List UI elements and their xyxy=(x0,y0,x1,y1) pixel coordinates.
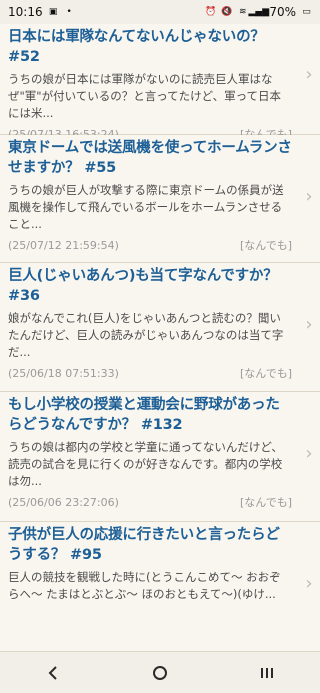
battery-text: 70% xyxy=(269,5,296,19)
recents-button[interactable] xyxy=(247,658,287,688)
signal-icon: ▂▄▆ xyxy=(248,6,270,17)
item-tag[interactable]: [なんでも] xyxy=(240,495,292,511)
item-body: うちの娘が巨人が攻撃する際に東京ドームの係員が送風機を操作して飛んでいるボールを… xyxy=(8,183,284,231)
status-right: ⏰ 🔇 ≋ ▂▄▆ 70% ▭ xyxy=(205,5,312,19)
system-navigation-bar xyxy=(0,652,320,693)
item-date: (25/06/06 23:27:06) xyxy=(8,496,119,509)
item-title[interactable]: 東京ドームでは送風機を使ってホームランさせますか？ #55 xyxy=(8,138,292,178)
item-tag[interactable]: [なんでも] xyxy=(240,366,292,382)
battery-icon: ▭ xyxy=(302,6,311,17)
notification-dot-icon: • xyxy=(66,6,72,17)
item-body: 巨人の競技を観戦した時に(とうこんこめて〜 おおぞらへ〜 たまはとぶとぶ〜 ほの… xyxy=(8,570,281,601)
wifi-icon: ≋ xyxy=(239,6,247,17)
chevron-right-icon: › xyxy=(305,443,313,464)
item-body: 娘がなんでこれ(巨人)をじゃいあんつと読むの？聞いたんだけど、巨人の読みがじゃい… xyxy=(8,311,284,359)
recents-icon xyxy=(260,667,273,678)
list-item[interactable]: 子供が巨人の応援に行きたいと言ったらどうする？ #95 巨人の競技を観戦した時に… xyxy=(0,522,320,652)
item-date: (25/07/12 21:59:54) xyxy=(8,239,119,252)
item-meta: (25/07/12 21:59:54) [なんでも] xyxy=(8,238,292,254)
list-item[interactable]: もし小学校の授業と運動会に野球があったらどうなんですか？ #132 うちの娘は都… xyxy=(0,392,320,522)
chevron-right-icon: › xyxy=(305,186,313,207)
status-bar: 10:16 ▣ • ⏰ 🔇 ≋ ▂▄▆ 70% ▭ xyxy=(0,0,320,24)
item-title[interactable]: もし小学校の授業と運動会に野球があったらどうなんですか？ #132 xyxy=(8,395,292,435)
alarm-icon: ⏰ xyxy=(205,6,217,17)
question-list: 日本には軍隊なんてないんじゃないの？ #52 うちの娘が日本には軍隊がないのに読… xyxy=(0,24,320,652)
item-title[interactable]: 子供が巨人の応援に行きたいと言ったらどうする？ #95 xyxy=(8,525,292,565)
chevron-right-icon: › xyxy=(305,573,313,594)
status-left: 10:16 ▣ • xyxy=(8,5,75,19)
item-title[interactable]: 日本には軍隊なんてないんじゃないの？ #52 xyxy=(8,27,292,67)
chevron-right-icon: › xyxy=(305,314,313,335)
item-meta: (25/06/18 07:51:33) [なんでも] xyxy=(8,366,292,382)
photo-icon: ▣ xyxy=(48,6,58,17)
item-date: (25/06/18 07:51:33) xyxy=(8,367,119,380)
item-tag[interactable]: [なんでも] xyxy=(240,238,292,254)
list-item[interactable]: 東京ドームでは送風機を使ってホームランさせますか？ #55 うちの娘が巨人が攻撃… xyxy=(0,135,320,263)
list-item[interactable]: 日本には軍隊なんてないんじゃないの？ #52 うちの娘が日本には軍隊がないのに読… xyxy=(0,24,320,141)
chevron-right-icon: › xyxy=(305,64,313,85)
back-button[interactable] xyxy=(33,658,73,688)
item-title[interactable]: 巨人(じゃいあんつ)も当て字なんですか？ #36 xyxy=(8,266,292,306)
status-time: 10:16 xyxy=(8,5,43,19)
home-button[interactable] xyxy=(140,658,180,688)
item-body: うちの娘が日本には軍隊がないのに読売巨人軍はなぜ"軍"が付いているの？と言ってた… xyxy=(8,72,282,120)
home-icon xyxy=(152,665,167,680)
mute-icon: 🔇 xyxy=(221,6,233,17)
item-body: うちの娘は都内の学校と学童に通ってないんだけど、読売の試合を見に行くのが好きなん… xyxy=(8,440,283,488)
back-icon xyxy=(48,665,58,680)
item-meta: (25/06/06 23:27:06) [なんでも] xyxy=(8,495,292,511)
list-item[interactable]: 巨人(じゃいあんつ)も当て字なんですか？ #36 娘がなんでこれ(巨人)をじゃい… xyxy=(0,263,320,392)
